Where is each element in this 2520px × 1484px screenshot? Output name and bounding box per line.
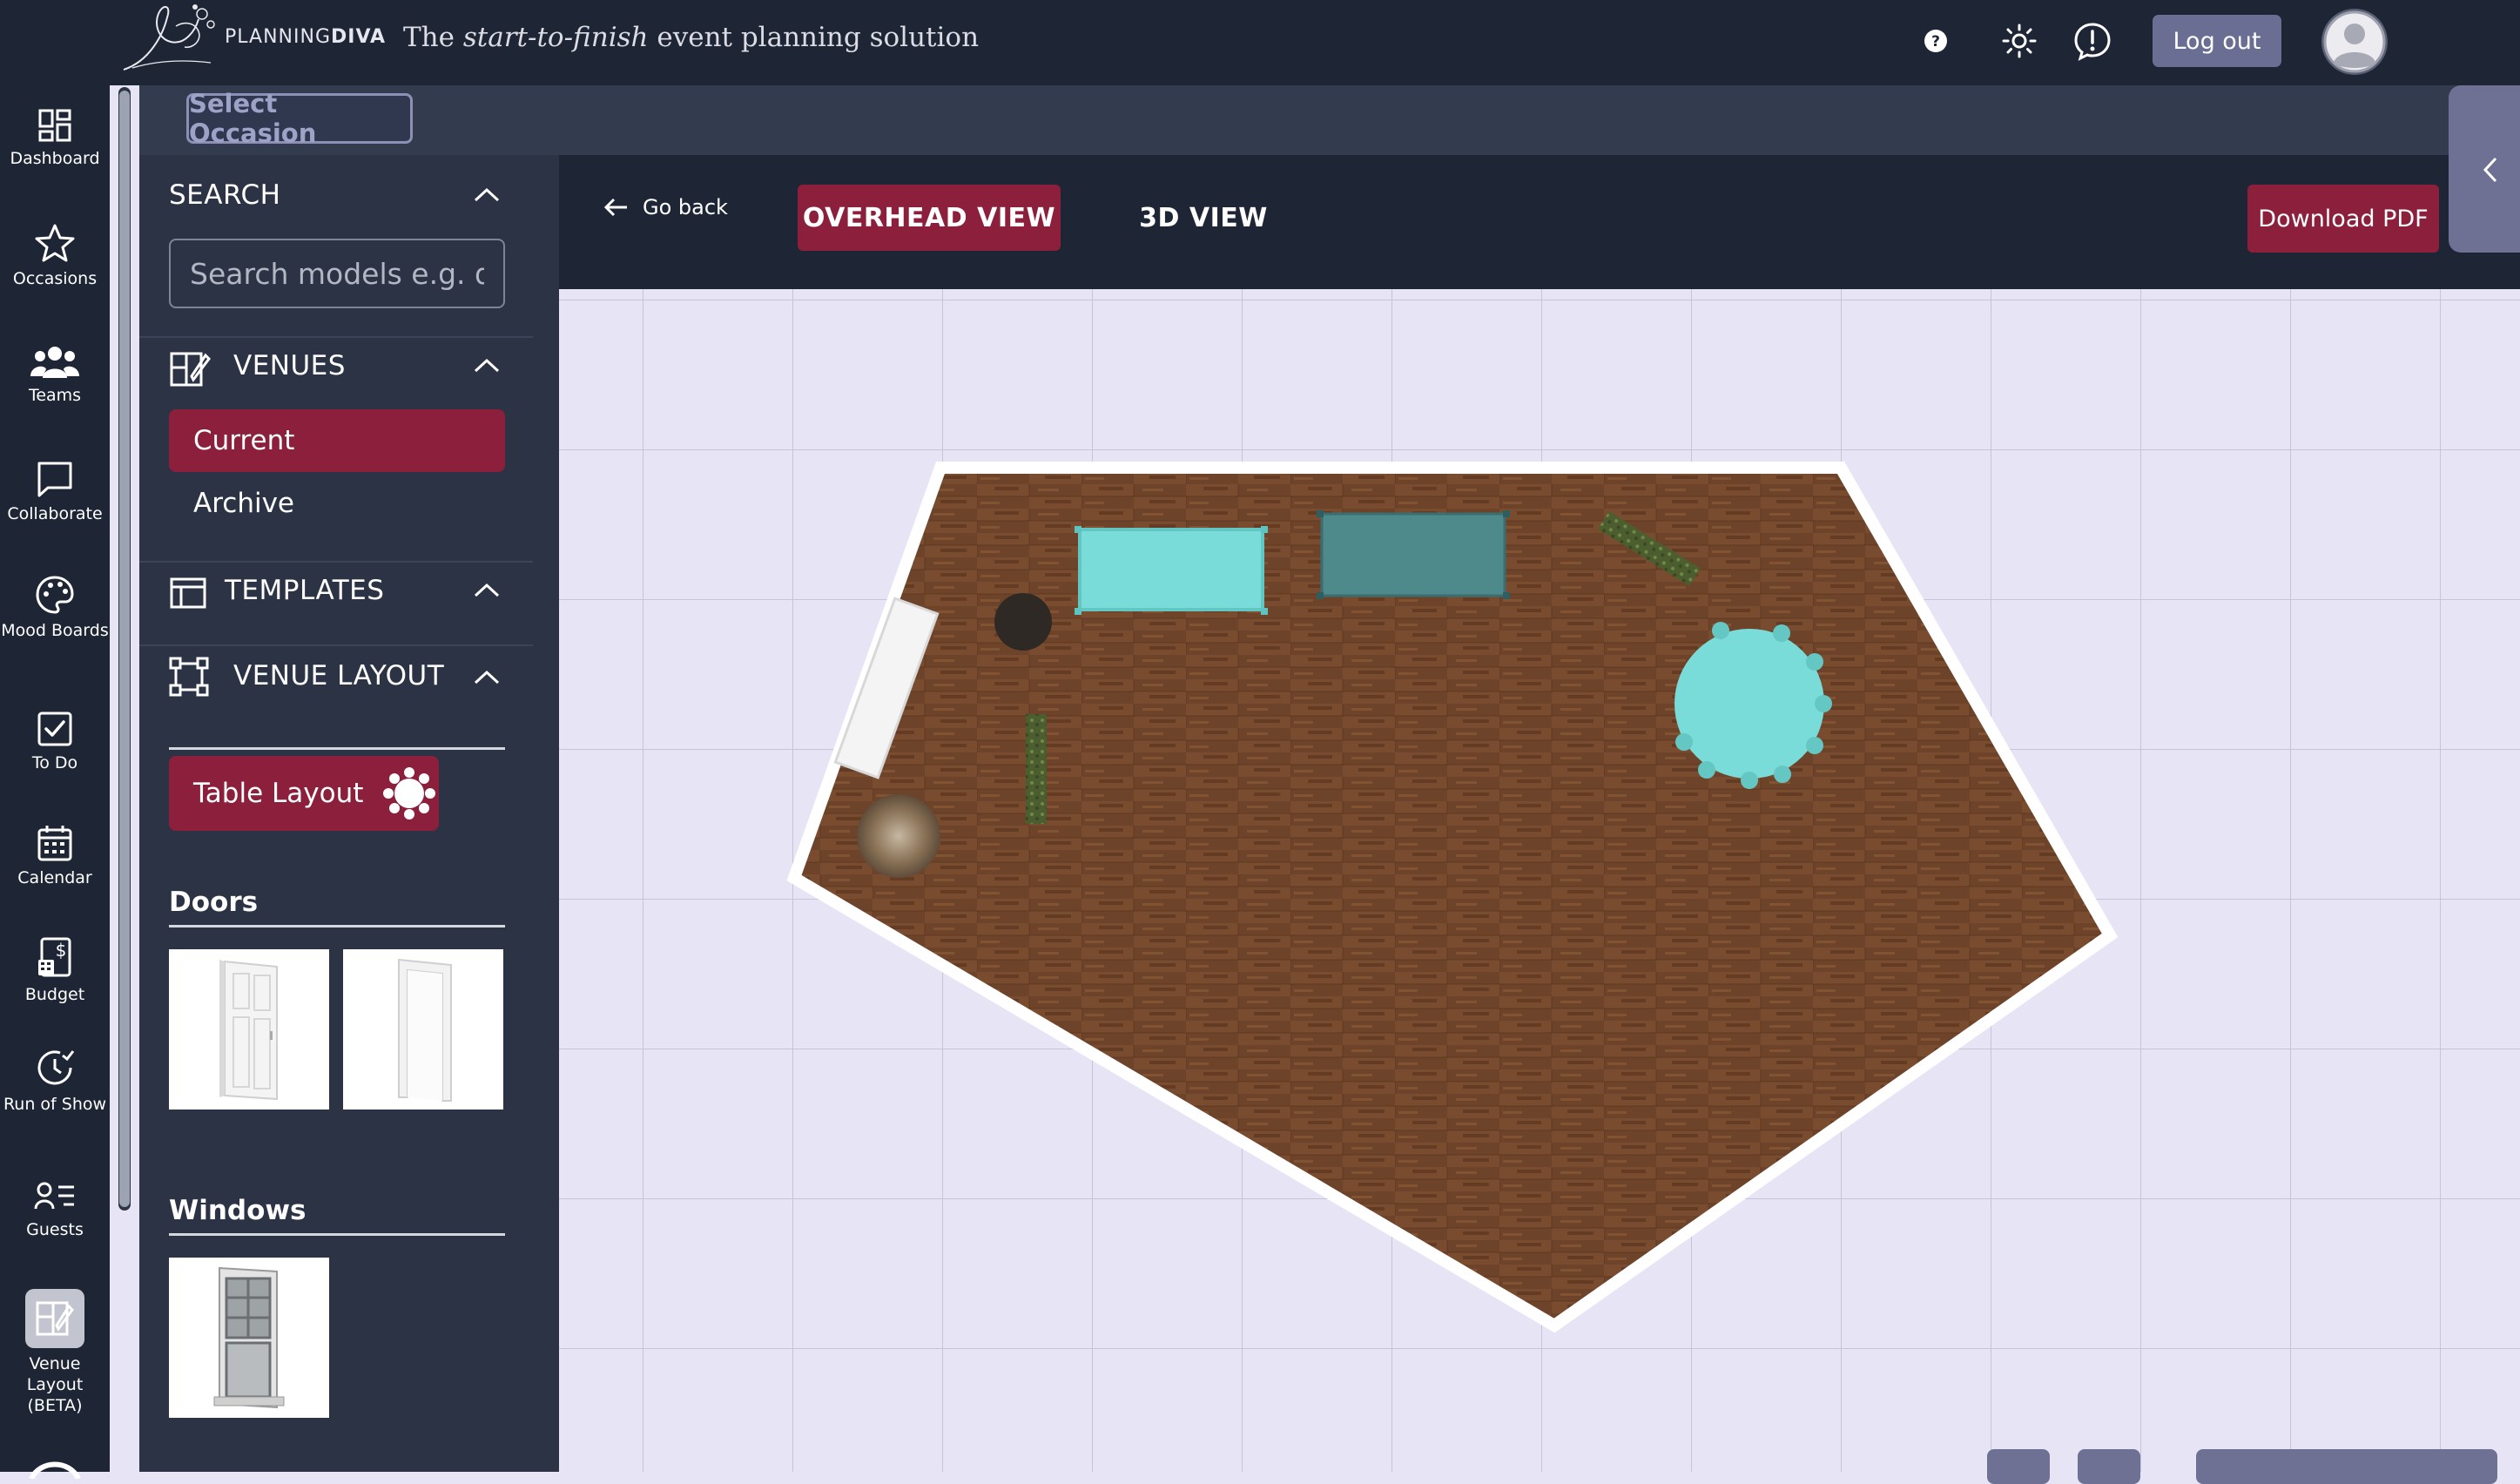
star-icon [35, 224, 75, 262]
divider [139, 644, 533, 646]
go-back-link[interactable]: Go back [603, 190, 728, 225]
small-round-table[interactable] [994, 593, 1052, 651]
decor-round-table[interactable] [857, 794, 940, 878]
palette-icon [36, 576, 74, 614]
layout-tools-panel: SEARCH VENUES Current Archive TEMPLATES … [139, 155, 559, 1472]
alert-bubble-icon[interactable] [2072, 21, 2112, 61]
nav-item-mood-boards[interactable]: Mood Boards [0, 575, 110, 641]
nav-item-calendar[interactable]: Calendar [0, 824, 110, 888]
venues-section-title: VENUES [233, 350, 346, 381]
overhead-floorplan-canvas[interactable] [559, 289, 2520, 1472]
door-model-frame[interactable] [343, 949, 503, 1110]
templates-section-title: TEMPLATES [225, 575, 385, 606]
occasion-bar: Select Occasion [139, 85, 2520, 155]
venue-layout-icon [36, 1301, 74, 1336]
nav-label: Calendar [17, 868, 92, 887]
logo-wordmark: PLANNINGDIVA [225, 26, 387, 48]
planter-strip[interactable] [1026, 714, 1047, 824]
user-avatar-icon[interactable] [2321, 9, 2388, 75]
door-model-panel[interactable] [169, 949, 329, 1110]
chat-bubble-icon [37, 462, 72, 497]
window-model-sash[interactable] [169, 1258, 329, 1418]
doors-category-title: Doors [169, 887, 259, 918]
zoom-in-button[interactable] [1987, 1449, 2050, 1484]
divider [169, 1233, 505, 1236]
windows-category-title: Windows [169, 1195, 307, 1226]
overhead-view-button[interactable]: OVERHEAD VIEW [798, 185, 1061, 251]
nav-label: Teams [28, 386, 82, 405]
nav-more-icon [26, 1453, 84, 1479]
arrow-left-icon [603, 198, 627, 217]
question-circle-icon[interactable]: ? [1916, 21, 1956, 61]
budget-calculator-icon: $ [38, 937, 71, 977]
nav-item-guests[interactable]: Guests [0, 1179, 110, 1240]
nav-item-budget[interactable]: $ Budget [0, 935, 110, 1005]
venue-archive-item[interactable]: Archive [169, 472, 505, 535]
clock-check-icon [37, 1050, 75, 1085]
chevron-left-icon [2483, 157, 2497, 183]
table-layout-label: Table Layout [193, 778, 364, 809]
nav-label: Budget [24, 985, 85, 1004]
nav-label: Run of Show [3, 1095, 107, 1114]
main-navigation: Dashboard Occasions Teams Collaborate Mo… [0, 85, 110, 1479]
select-occasion-button[interactable]: Select Occasion [186, 89, 413, 148]
nav-label: Collaborate [7, 504, 103, 523]
round-table-icon [383, 767, 436, 820]
search-models-input[interactable] [169, 239, 505, 308]
nav-label: Occasions [12, 269, 98, 288]
download-pdf-button[interactable]: Download PDF [2247, 185, 2439, 253]
table-layout-button[interactable]: Table Layout [169, 756, 439, 831]
venue-layout-section-title: VENUE LAYOUT [233, 660, 445, 691]
divider [139, 336, 533, 338]
nav-item-venue-layout[interactable]: Venue Layout (BETA) [0, 1289, 110, 1416]
nav-item-to-do[interactable]: To Do [0, 711, 110, 773]
team-users-icon [30, 347, 79, 378]
nav-scrollbar-thumb[interactable] [119, 91, 130, 1207]
nav-item-teams[interactable]: Teams [0, 345, 110, 406]
add-edit-room-button[interactable] [2196, 1449, 2497, 1484]
go-back-label: Go back [643, 195, 728, 219]
chevron-up-icon[interactable] [472, 186, 502, 204]
venues-icon [170, 352, 211, 387]
nav-item-occasions[interactable]: Occasions [0, 223, 110, 289]
nav-item-run-of-show[interactable]: Run of Show [0, 1047, 110, 1115]
tagline: The start-to-finish event planning solut… [403, 22, 980, 53]
nav-item-collaborate[interactable]: Collaborate [0, 460, 110, 524]
zoom-out-button[interactable] [2078, 1449, 2140, 1484]
viewer-toolbar: Go back OVERHEAD VIEW 3D VIEW Download P… [559, 155, 2520, 289]
calendar-icon [37, 826, 72, 861]
guest-list-icon [34, 1182, 74, 1210]
divider [169, 747, 505, 750]
venue-layout-bounds-icon [169, 657, 209, 697]
rectangular-table-cyan[interactable] [1075, 526, 1268, 615]
checkbox-icon [37, 712, 72, 746]
svg-text:$: $ [56, 940, 67, 961]
sun-icon[interactable] [1999, 21, 2039, 61]
divider [139, 561, 533, 563]
chevron-up-icon[interactable] [472, 582, 502, 599]
rectangular-table-teal[interactable] [1317, 510, 1510, 599]
3d-view-button[interactable]: 3D VIEW [1125, 185, 1282, 251]
dashboard-icon [38, 109, 71, 142]
nav-label: To Do [31, 753, 78, 772]
search-section-title: SEARCH [169, 179, 281, 211]
active-nav-highlight [25, 1289, 84, 1348]
floorplan-svg[interactable] [559, 289, 2520, 1472]
nav-item-dashboard[interactable]: Dashboard [0, 108, 110, 169]
venue-current-item[interactable]: Current [169, 409, 505, 472]
logout-button[interactable]: Log out [2153, 15, 2281, 67]
chevron-up-icon[interactable] [472, 357, 502, 374]
divider [169, 925, 505, 928]
nav-label: Guests [26, 1220, 84, 1239]
top-bar: PLANNINGDIVA The start-to-finish event p… [0, 0, 2520, 85]
svg-text:?: ? [1931, 33, 1940, 51]
templates-icon [170, 577, 206, 609]
nav-label: Venue Layout (BETA) [26, 1354, 84, 1415]
nav-label: Mood Boards [1, 621, 109, 640]
chevron-up-icon[interactable] [472, 669, 502, 686]
nav-label: Dashboard [10, 149, 100, 168]
collapse-panel-tab[interactable] [2449, 85, 2520, 253]
